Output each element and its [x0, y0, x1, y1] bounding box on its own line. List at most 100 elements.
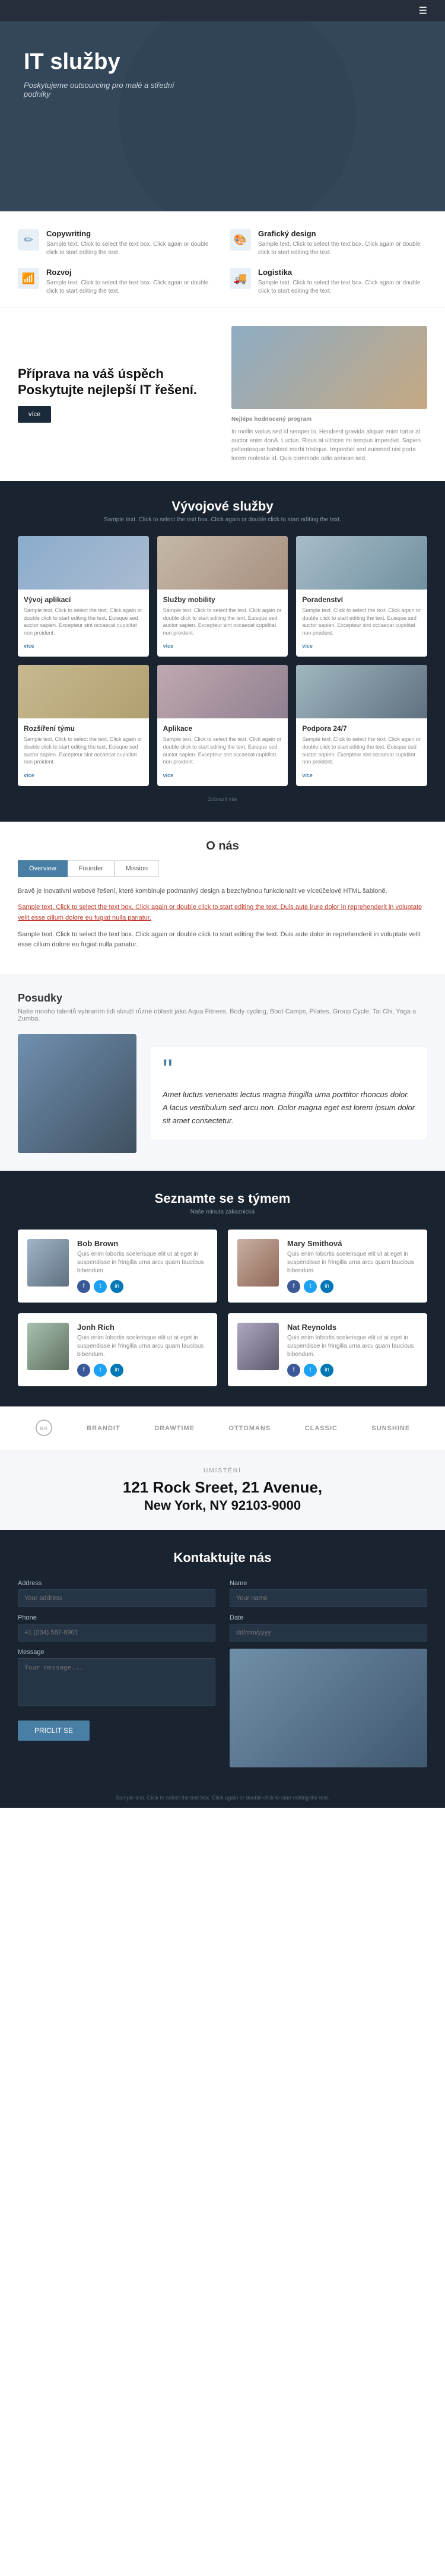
contact-input-address[interactable] [18, 1589, 215, 1607]
rozvoj-text: Sample text. Click to select the text bo… [46, 279, 215, 296]
dev-card-body-vyvoj: Vývoj aplikací Sample text. Click to sel… [18, 590, 149, 657]
tab-overview[interactable]: Overview [18, 860, 68, 877]
location-label: UMÍSTĚNÍ [18, 1468, 427, 1474]
team-card-jonh: Jonh Rich Quis enim lobortis scelerisque… [18, 1313, 217, 1386]
team-text-nat: Quis enim lobortis scelerisque elit ut a… [287, 1334, 418, 1359]
services-section: ✏ Copywriting Sample text. Click to sele… [0, 211, 445, 308]
prepare-image [231, 326, 427, 409]
dev-card-link-mobility[interactable]: více [163, 643, 174, 649]
team-card-nat: Nat Reynolds Quis enim lobortis sceleris… [228, 1313, 427, 1386]
dev-card-link-podpora[interactable]: více [302, 772, 313, 778]
dev-card-title-rozsireni: Rozšíření týmu [24, 724, 143, 733]
team-text-bob: Quis enim lobortis scelerisque elit ut a… [77, 1250, 208, 1275]
dev-card-mobility: Služby mobility Sample text. Click to se… [157, 536, 288, 657]
dev-subtitle: Sample text. Click to select the text bo… [18, 517, 427, 523]
team-text-mary: Quis enim lobortis scelerisque elit ut a… [287, 1250, 418, 1275]
quote-mark-icon: " [163, 1059, 415, 1082]
facebook-icon-jonh[interactable]: f [77, 1364, 90, 1377]
testimonials-section: Posudky Naše mnoho talentů vybraním lidí… [0, 974, 445, 1171]
dev-section: Vývojové služby Sample text. Click to se… [0, 481, 445, 822]
dev-card-aplikace: Aplikace Sample text. Click to select th… [157, 665, 288, 785]
prepare-section: Příprava na váš úspěch Poskytujte nejlep… [0, 308, 445, 481]
dev-card-img-rozsireni [18, 665, 149, 718]
facebook-icon-nat[interactable]: f [287, 1364, 300, 1377]
dev-card-title-podpora: Podpora 24/7 [302, 724, 421, 733]
contact-input-message[interactable] [18, 1658, 215, 1706]
facebook-icon-mary[interactable]: f [287, 1280, 300, 1293]
copywriting-title: Copywriting [46, 229, 215, 238]
graficky-icon: 🎨 [230, 229, 251, 251]
linkedin-icon-bob[interactable]: in [110, 1280, 123, 1293]
contact-field-message: Message [18, 1649, 215, 1709]
dev-card-vyvoj: Vývoj aplikací Sample text. Click to sel… [18, 536, 149, 657]
hero-section: IT služby Poskytujeme outsourcing pro ma… [0, 21, 445, 211]
brand-logo-4: CLASSIC [305, 1425, 338, 1432]
linkedin-icon-mary[interactable]: in [320, 1280, 333, 1293]
dev-card-link-rozsireni[interactable]: více [24, 772, 34, 778]
about-highlighted-link[interactable]: Sample text. Click to select the text bo… [18, 904, 422, 921]
contact-input-date[interactable] [230, 1624, 427, 1642]
dev-card-img-poradenstvi [296, 536, 427, 590]
contact-label-phone: Phone [18, 1614, 215, 1621]
twitter-icon-bob[interactable]: t [94, 1280, 107, 1293]
prepare-right: Nejlépe hodnocený program In mollis vari… [231, 326, 427, 463]
facebook-icon-bob[interactable]: f [77, 1280, 90, 1293]
tab-founder[interactable]: Founder [68, 860, 115, 877]
brands-section: BR BRANDIT DRAWTIME OTTOMANS CLASSIC Sun… [0, 1406, 445, 1451]
team-name-jonh: Jonh Rich [77, 1323, 208, 1332]
contact-layout: Address Phone Message PRICLIT SE Name Da… [18, 1580, 427, 1767]
contact-submit-button[interactable]: PRICLIT SE [18, 1720, 90, 1741]
team-socials-mary: f t in [287, 1280, 418, 1293]
footer-text: Sample text. Click to select the text bo… [18, 1795, 427, 1801]
contact-input-name[interactable] [230, 1589, 427, 1607]
contact-right: Name Date [230, 1580, 427, 1767]
team-subtitle: Naše minuta zákaznická [18, 1209, 427, 1215]
contact-title: Kontaktujte nás [18, 1550, 427, 1566]
brand-icon-0: BR [35, 1419, 53, 1437]
brand-logo-2: DRAWTIME [154, 1425, 195, 1432]
dev-card-body-poradenstvi: Poradenství Sample text. Click to select… [296, 590, 427, 657]
copywriting-text: Sample text. Click to select the text bo… [46, 240, 215, 257]
dev-card-link-vyvoj[interactable]: více [24, 643, 34, 649]
twitter-icon-jonh[interactable]: t [94, 1364, 107, 1377]
dev-card-title-mobility: Služby mobility [163, 595, 282, 604]
rozvoj-icon: 📶 [18, 268, 39, 289]
team-info-jonh: Jonh Rich Quis enim lobortis scelerisque… [77, 1323, 208, 1377]
team-title: Seznamte se s týmem [18, 1191, 427, 1206]
dev-card-link-poradenstvi[interactable]: více [302, 643, 313, 649]
dev-card-img-mobility [157, 536, 288, 590]
linkedin-icon-jonh[interactable]: in [110, 1364, 123, 1377]
dev-card-text-vyvoj: Sample text. Click to select the text. C… [24, 607, 143, 636]
team-avatar-mary [237, 1239, 279, 1287]
testimonial-layout: " Amet luctus venenatis lectus magna fri… [18, 1034, 427, 1153]
contact-field-address: Address [18, 1580, 215, 1607]
about-title: O nás [18, 839, 427, 853]
service-card-logistika: 🚚 Logistika Sample text. Click to select… [230, 268, 427, 296]
dev-card-img-aplikace [157, 665, 288, 718]
team-avatar-bob [27, 1239, 69, 1287]
dev-card-text-mobility: Sample text. Click to select the text. C… [163, 607, 282, 636]
dev-grid: Vývoj aplikací Sample text. Click to sel… [18, 536, 427, 786]
footer: Sample text. Click to select the text bo… [0, 1788, 445, 1808]
tab-mission[interactable]: Mission [115, 860, 159, 877]
copywriting-icon: ✏ [18, 229, 39, 251]
contact-input-phone[interactable] [18, 1624, 215, 1642]
hero-title: IT služby [24, 50, 178, 75]
prepare-more-button[interactable]: více [18, 406, 51, 423]
contact-label-date: Date [230, 1614, 427, 1621]
dev-card-body-aplikace: Aplikace Sample text. Click to select th… [157, 718, 288, 785]
best-program-label: Nejlépe hodnocený program [231, 415, 427, 424]
dev-card-body-podpora: Podpora 24/7 Sample text. Click to selec… [296, 718, 427, 785]
twitter-icon-mary[interactable]: t [304, 1280, 317, 1293]
twitter-icon-nat[interactable]: t [304, 1364, 317, 1377]
contact-label-message: Message [18, 1649, 215, 1656]
dev-title: Vývojové služby [18, 499, 427, 514]
dev-card-link-aplikace[interactable]: více [163, 772, 174, 778]
team-socials-bob: f t in [77, 1280, 208, 1293]
rozvoj-title: Rozvoj [46, 268, 215, 277]
linkedin-icon-nat[interactable]: in [320, 1364, 333, 1377]
team-card-mary: Mary Smithová Quis enim lobortis sceleri… [228, 1230, 427, 1303]
team-grid: Bob Brown Quis enim lobortis scelerisque… [18, 1230, 427, 1386]
hamburger-icon[interactable]: ☰ [419, 5, 427, 17]
dev-footer-text: Zobrazit vše [208, 796, 237, 802]
